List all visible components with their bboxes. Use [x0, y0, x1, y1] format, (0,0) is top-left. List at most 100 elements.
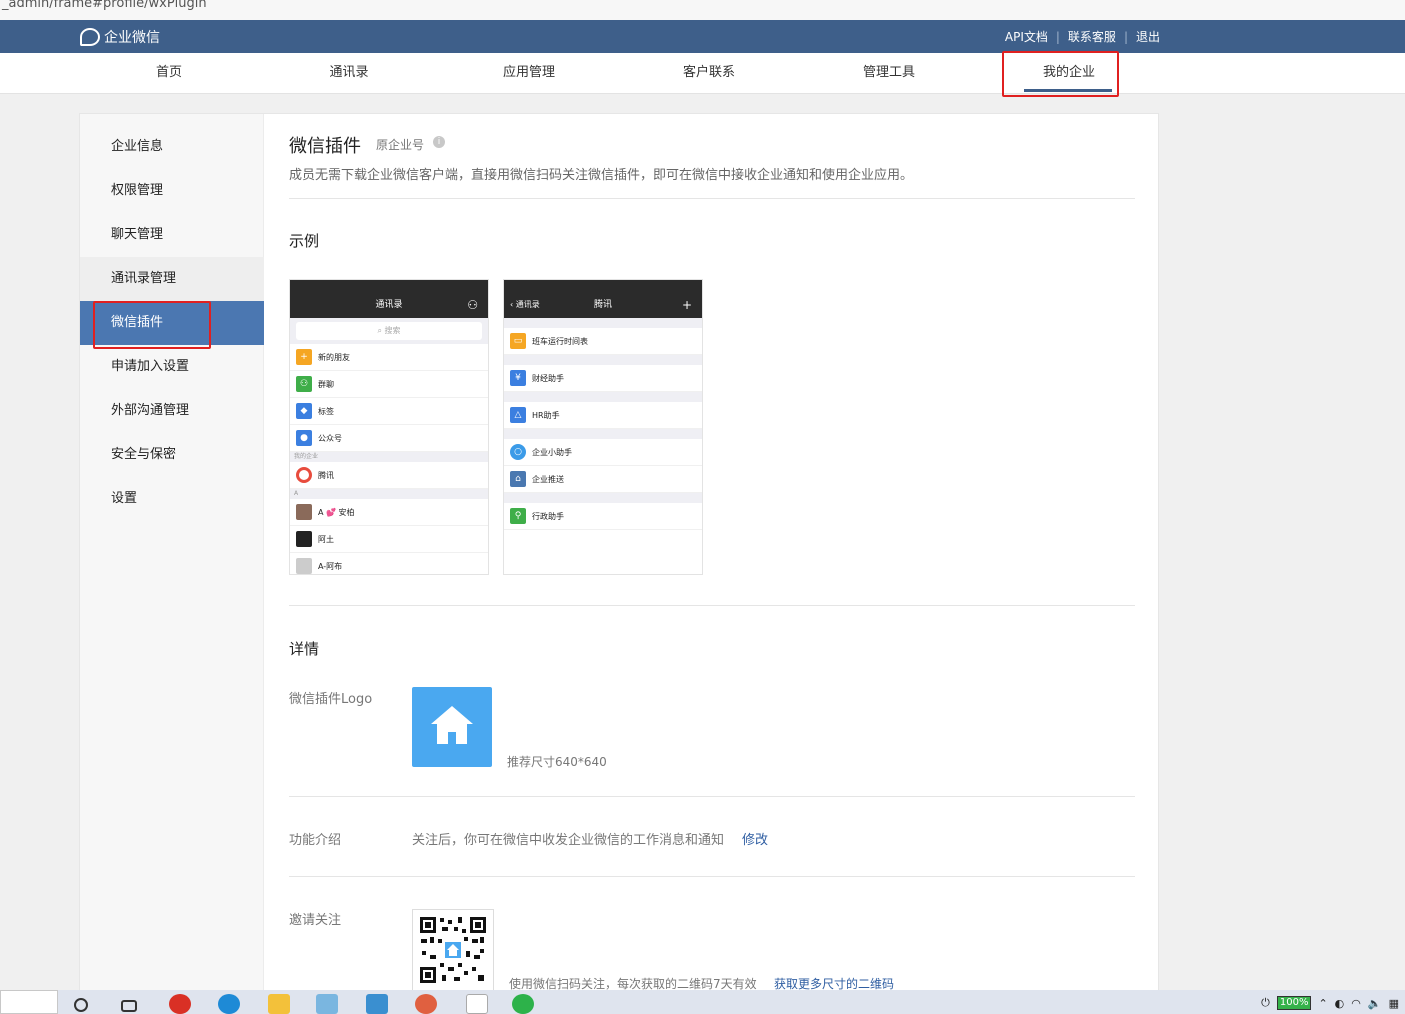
group-header — [504, 392, 702, 402]
plugin-logo[interactable] — [412, 687, 492, 767]
sidebar-item-chat[interactable]: 聊天管理 — [80, 213, 264, 257]
new-friends-icon: + — [296, 349, 312, 365]
wecom-logo-icon — [80, 27, 100, 46]
edit-intro-link[interactable]: 修改 — [742, 829, 768, 848]
section-title-details: 详情 — [289, 640, 320, 658]
brand[interactable]: 企业微信 — [80, 20, 160, 53]
sidebar-item-join-settings[interactable]: 申请加入设置 — [80, 345, 264, 389]
group-header — [504, 318, 702, 328]
sidebar-item-settings[interactable]: 设置 — [80, 477, 264, 521]
nav-label: 我的企业 — [1042, 65, 1095, 80]
search-icon: ⌕ — [377, 326, 385, 335]
nav-label: 通讯录 — [329, 65, 369, 80]
text-editor-icon[interactable] — [466, 994, 488, 1014]
task-view-icon[interactable] — [121, 1000, 137, 1012]
volume-icon[interactable]: 🔈 — [1368, 997, 1382, 1010]
example-phone-enterprise: ‹ 通讯录 腾讯 + ▭ 班车运行时间表 ¥ 财经助手 △ HR助手 ○ 企业小助手 ⌂… — [503, 279, 703, 575]
qr-code-image — [418, 915, 488, 985]
sidebar: 企业信息 权限管理 聊天管理 通讯录管理 微信插件 申请加入设置 外部沟通管理 … — [80, 114, 264, 992]
nav-contacts[interactable]: 通讯录 — [259, 53, 439, 94]
sidebar-item-label: 设置 — [111, 491, 138, 506]
wechat-icon[interactable] — [512, 994, 534, 1014]
divider — [289, 796, 1135, 797]
list-item-label: 群聊 — [318, 379, 334, 389]
home-icon — [431, 706, 473, 744]
avatar — [296, 558, 312, 574]
chevron-up-icon[interactable]: ⌃ — [1318, 997, 1327, 1010]
app-icon[interactable] — [316, 994, 338, 1014]
api-docs-link[interactable]: API文档 — [1005, 28, 1048, 45]
group-header — [504, 355, 702, 365]
folder-icon[interactable] — [268, 994, 290, 1014]
edge-icon[interactable] — [218, 994, 240, 1014]
list-item: △ HR助手 — [504, 402, 702, 429]
avatar — [296, 504, 312, 520]
sidebar-item-wechat-plugin[interactable]: 微信插件 — [80, 301, 264, 345]
list-item: ⌂ 企业推送 — [504, 466, 702, 493]
home-icon: ⌂ — [510, 471, 526, 487]
list-item: A 💕 安柏 — [290, 499, 488, 526]
example-phone-contacts: 通讯录 ⚇ ⌕ 搜索 + 新的朋友 ⚇ 群聊 ◆ 标签 ● 公众号 我的企业 腾讯 A … — [289, 279, 489, 575]
chrome-icon[interactable] — [169, 994, 191, 1014]
list-item-label: 新的朋友 — [318, 352, 350, 362]
divider — [289, 876, 1135, 877]
sidebar-item-label: 聊天管理 — [111, 227, 164, 242]
contact-support-link[interactable]: 联系客服 — [1068, 28, 1116, 45]
logout-link[interactable]: 退出 — [1136, 28, 1160, 45]
sidebar-item-contacts-management[interactable]: 通讯录管理 — [80, 257, 264, 301]
finance-icon: ¥ — [510, 370, 526, 386]
sidebar-item-enterprise-info[interactable]: 企业信息 — [80, 125, 264, 169]
qr-code[interactable] — [412, 909, 494, 991]
url-bar[interactable]: _admin/frame#profile/wxPlugin — [0, 0, 1405, 20]
list-item: ¥ 财经助手 — [504, 365, 702, 392]
phone-header: 通讯录 ⚇ — [290, 280, 488, 318]
app-icon[interactable] — [415, 994, 437, 1014]
nav-my-enterprise[interactable]: 我的企业 — [979, 53, 1159, 94]
nav-tools[interactable]: 管理工具 — [799, 53, 979, 94]
search-icon[interactable] — [74, 998, 88, 1012]
group-chat-icon: ⚇ — [296, 376, 312, 392]
intro-label: 功能介绍 — [289, 833, 342, 848]
official-account-icon: ● — [296, 430, 312, 446]
active-underline — [1024, 89, 1112, 92]
section-title-example: 示例 — [289, 232, 320, 250]
header-links: API文档 | 联系客服 | 退出 — [1005, 20, 1160, 53]
list-item-label: 财经助手 — [532, 373, 564, 383]
wifi-icon[interactable]: ◠ — [1351, 997, 1361, 1010]
logo-label: 微信插件Logo — [289, 692, 373, 707]
tray-app-icon[interactable]: ◐ — [1335, 997, 1345, 1010]
sidebar-item-external-communication[interactable]: 外部沟通管理 — [80, 389, 264, 433]
info-icon[interactable]: i — [433, 136, 445, 148]
list-item: ● 公众号 — [290, 425, 488, 452]
admin-icon: ⚲ — [510, 508, 526, 524]
nav-home[interactable]: 首页 — [79, 53, 259, 94]
hr-icon: △ — [510, 407, 526, 423]
search-placeholder: 搜索 — [384, 326, 401, 335]
sidebar-item-permissions[interactable]: 权限管理 — [80, 169, 264, 213]
plus-icon: + — [681, 298, 692, 312]
sidebar-item-security[interactable]: 安全与保密 — [80, 433, 264, 477]
list-item: + 新的朋友 — [290, 344, 488, 371]
list-item: 阿土 — [290, 526, 488, 553]
assistant-icon: ○ — [510, 444, 526, 460]
sidebar-item-label: 安全与保密 — [111, 447, 177, 462]
group-header: 我的企业 — [290, 452, 488, 462]
brand-name: 企业微信 — [104, 29, 160, 46]
ime-icon[interactable]: ▦ — [1389, 997, 1399, 1010]
nav-customers[interactable]: 客户联系 — [619, 53, 799, 94]
sidebar-item-label: 外部沟通管理 — [111, 403, 190, 418]
group-header — [504, 429, 702, 439]
list-item: ▭ 班车运行时间表 — [504, 328, 702, 355]
logo-size-hint: 推荐尺寸640*640 — [507, 755, 607, 769]
invite-label: 邀请关注 — [289, 913, 342, 928]
list-item-label: 公众号 — [318, 433, 342, 443]
battery-indicator[interactable]: 100% — [1276, 996, 1312, 1010]
nav-apps[interactable]: 应用管理 — [439, 53, 619, 94]
phone-search: ⌕ 搜索 — [290, 318, 488, 344]
app-icon[interactable] — [366, 994, 388, 1014]
group-header — [504, 493, 702, 503]
taskbar-search[interactable] — [0, 990, 58, 1014]
page-subtitle: 原企业号 — [376, 138, 425, 152]
sidebar-item-label: 企业信息 — [111, 139, 164, 154]
separator: | — [1055, 29, 1060, 44]
